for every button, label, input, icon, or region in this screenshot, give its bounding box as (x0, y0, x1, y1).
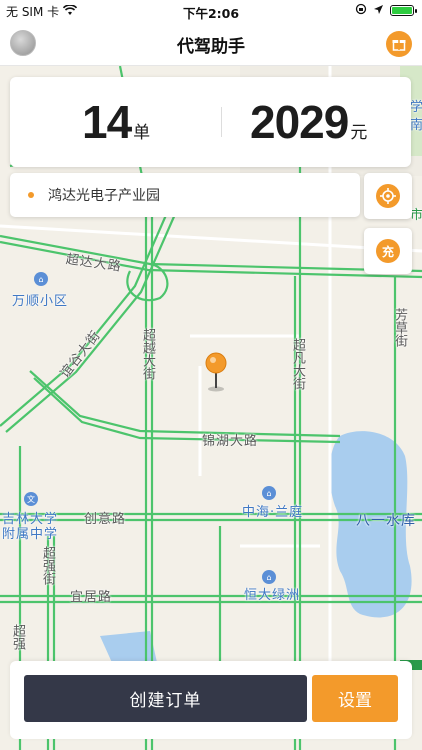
map-label-chuangyi: 创意路 (84, 512, 127, 527)
map-label-edge-south: 南 (410, 118, 422, 133)
location-dot-icon (28, 192, 34, 198)
map-label-zhonghai: 中海·兰庭 (242, 505, 304, 520)
map-label-edge-school: 学 (410, 100, 422, 115)
target-icon (376, 184, 400, 208)
bottom-action-bar: 创建订单 设置 (10, 661, 412, 739)
create-order-button[interactable]: 创建订单 (24, 675, 307, 722)
map-label-chaoyue: 超越大街 (140, 328, 155, 380)
income-unit: 元 (350, 123, 368, 143)
nav-bar: 代驾助手 (0, 22, 422, 66)
map-label-chaoqiang: 超强街 (40, 546, 55, 585)
school-icon: 文 (24, 492, 38, 506)
settings-button[interactable]: 设置 (312, 675, 398, 722)
gift-button[interactable] (386, 31, 412, 57)
status-bar: 无 SIM 卡 下午2:06 (0, 0, 422, 22)
map-label-chao-bottom: 超强 (10, 624, 25, 650)
recharge-icon: 充 (376, 239, 400, 263)
battery-fill (392, 7, 412, 14)
map-label-jilin-school: 吉林大学附属中学 (2, 512, 59, 542)
map-label-chaofan: 超凡大街 (290, 338, 305, 390)
map-label-wanshun: 万顺小区 (12, 294, 69, 309)
locate-button[interactable] (364, 173, 412, 219)
map-label-yiju: 宜居路 (70, 590, 113, 605)
map-pin-icon (203, 352, 229, 392)
battery-icon (390, 5, 417, 16)
residence-icon-zhonghai: ⌂ (262, 486, 276, 500)
map-label-jinhu: 锦湖大路 (202, 434, 259, 449)
stats-divider (221, 107, 222, 137)
income-amount: 2029 (250, 96, 349, 148)
residence-icon-hengda: ⌂ (262, 570, 276, 584)
location-address: 鸿达光电子产业园 (48, 188, 160, 204)
stats-card: 14 单 2029 元 (10, 77, 411, 167)
page-title: 代驾助手 (177, 37, 245, 57)
map-label-hengda: 恒大绿洲 (244, 588, 301, 603)
status-right (355, 3, 417, 18)
income-stat: 2029 元 (250, 95, 367, 149)
orders-count: 14 (82, 96, 132, 148)
map-view[interactable]: 超达大路 ⌂ 万顺小区 谊谷大街 超越大街 超凡大街 锦湖大路 文 吉林大学附属… (0, 66, 422, 750)
map-label-bayi: 八一水库 (356, 513, 416, 529)
map-label-fangcao: 芳草街 (392, 308, 407, 347)
gift-icon (392, 40, 406, 51)
orientation-lock-icon (355, 3, 367, 18)
orders-unit: 单 (133, 123, 151, 143)
location-bar[interactable]: 鸿达光电子产业园 (10, 173, 360, 217)
orders-stat: 14 单 (82, 95, 150, 149)
location-arrow-icon (373, 4, 384, 18)
residence-icon: ⌂ (34, 272, 48, 286)
map-canvas (0, 66, 422, 750)
recharge-button[interactable]: 充 (364, 228, 412, 274)
